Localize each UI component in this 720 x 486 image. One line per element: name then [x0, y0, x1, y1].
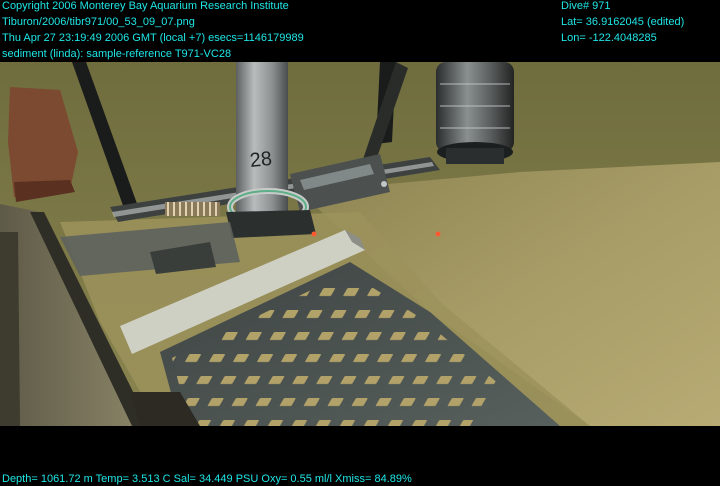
latitude: Lat= 36.9162045 (edited) — [561, 16, 685, 28]
seafloor-scene: 28 — [0, 62, 720, 426]
spring — [165, 202, 220, 216]
push-core-cylinder — [436, 62, 514, 152]
sensor-readout: Depth= 1061.72 m Temp= 3.513 C Sal= 34.4… — [2, 473, 412, 485]
longitude: Lon= -122.4048285 — [561, 32, 657, 44]
video-frame: 28 Copyright 2006 Monterey Bay Aquarium … — [0, 0, 720, 486]
file-path-line: Tiburon/2006/tibr971/00_53_09_07.png — [2, 16, 195, 28]
timestamp-line: Thu Apr 27 23:19:49 2006 GMT (local +7) … — [2, 32, 304, 44]
dive-number: Dive# 971 — [561, 0, 611, 12]
laser-dot — [435, 231, 441, 237]
laser-dot — [311, 231, 317, 237]
copyright-line: Copyright 2006 Monterey Bay Aquarium Res… — [2, 0, 289, 12]
metadata-overlay-right: Dive# 971 Lat= 36.9162045 (edited) Lon= … — [561, 0, 684, 46]
sample-line: sediment (linda): sample-reference T971-… — [2, 48, 232, 60]
core-tube-label: 28 — [249, 148, 273, 172]
metadata-overlay-left: Copyright 2006 Monterey Bay Aquarium Res… — [2, 0, 304, 62]
